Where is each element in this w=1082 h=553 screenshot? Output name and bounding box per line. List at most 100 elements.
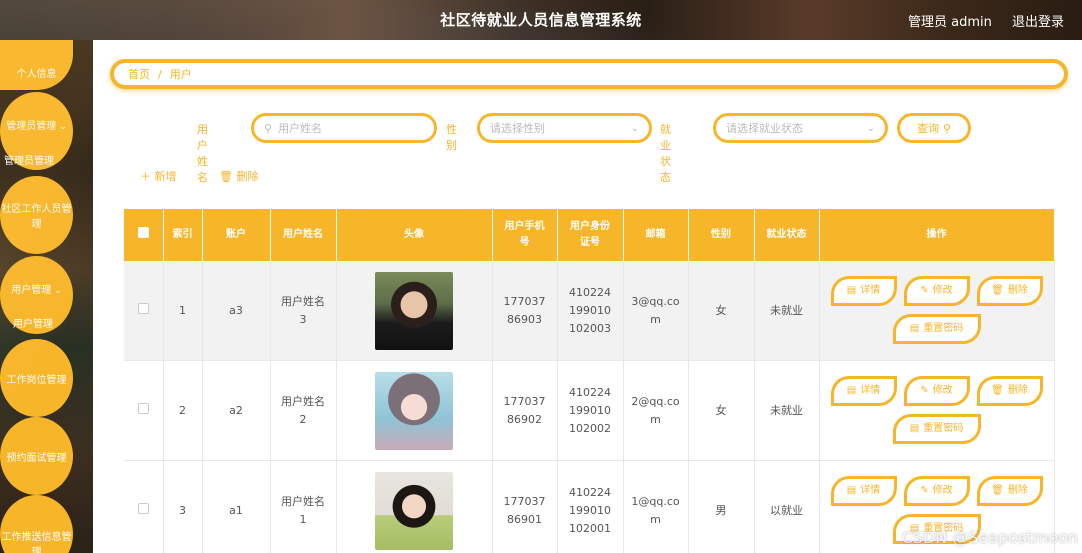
edit-icon: ✎ [920, 485, 929, 496]
reset-password-label: 重置密码 [923, 323, 964, 334]
column-header: 用户身份证号 [557, 209, 624, 261]
cell-phone-text: 17703786902 [503, 394, 546, 426]
sidebar-item-label: 社区工作人员管理 [1, 204, 72, 230]
row-select-cell [124, 360, 164, 461]
gender-filter-label: 性别 [446, 123, 457, 152]
cell-email: 1@qq.com [623, 460, 689, 553]
status-select[interactable]: 请选择就业状态 ⌄ [713, 113, 888, 143]
document-icon: ▤ [846, 285, 857, 296]
sidebar-item-jobs[interactable]: 工作岗位管理 [0, 339, 73, 417]
chevron-down-icon: ⌄ [59, 121, 67, 132]
detail-button[interactable]: ▤ 详情 [830, 476, 897, 506]
detail-button[interactable]: ▤ 详情 [830, 276, 897, 306]
column-header: 操作 [819, 209, 1055, 261]
cell-status: 以就业 [754, 460, 820, 553]
plus-icon: ＋ [140, 170, 151, 183]
cell-idcard: 410224199010102002 [557, 360, 624, 461]
edit-button-label: 修改 [932, 385, 953, 396]
cell-account: a3 [202, 261, 271, 361]
edit-button-label: 修改 [932, 485, 953, 496]
cell-email: 2@qq.com [623, 360, 689, 461]
query-button[interactable]: 查询 ⚲ [897, 113, 971, 143]
cell-idcard-text: 410224199010102001 [569, 485, 611, 535]
column-header: 用户手机号 [492, 209, 558, 261]
row-checkbox[interactable] [137, 402, 149, 414]
cell-index: 2 [163, 360, 203, 461]
cell-name-text: 用户姓名1 [281, 494, 325, 526]
row-select-cell [124, 460, 164, 553]
cell-gender: 女 [688, 261, 755, 361]
add-button[interactable]: ＋ 新增 [140, 168, 177, 184]
row-delete-button-label: 删除 [1007, 285, 1028, 296]
cell-idcard-text: 410224199010102002 [569, 385, 611, 435]
row-checkbox[interactable] [137, 302, 149, 314]
edit-button[interactable]: ✎ 修改 [903, 476, 970, 506]
name-filter-input[interactable]: ⚲ 用户姓名 [251, 113, 437, 143]
column-header: 账户 [202, 209, 271, 261]
logout-link[interactable]: 退出登录 [1012, 15, 1064, 30]
user-box: 管理员 admin 退出登录 [908, 11, 1064, 30]
sidebar-item-interviews[interactable]: 预约面试管理 [0, 417, 73, 495]
avatar [375, 471, 453, 550]
edit-button[interactable]: ✎ 修改 [903, 276, 970, 306]
detail-button-label: 详情 [860, 285, 881, 296]
sidebar-item-push[interactable]: 工作推送信息管理 [0, 495, 73, 553]
detail-button[interactable]: ▤ 详情 [830, 376, 897, 406]
sidebar-item-profile[interactable]: 个人信息 [0, 40, 73, 90]
column-header: 就业状态 [754, 209, 820, 261]
search-icon: ⚲ [264, 121, 273, 135]
table-row: 1 a3 用户姓名3 17703786903 410224199010102003 3@q… [124, 261, 1055, 361]
reset-password-button[interactable]: ▤ 重置密码 [892, 414, 981, 444]
current-user: 管理员 admin [907, 15, 992, 30]
cell-idcard: 410224199010102001 [557, 460, 624, 553]
cell-index: 3 [163, 460, 203, 553]
column-header: 索引 [163, 209, 203, 261]
cell-email: 3@qq.com [623, 261, 689, 361]
row-delete-button[interactable]: 🗑 删除 [976, 276, 1043, 306]
batch-delete-button[interactable]: 🗑 删除 [219, 168, 258, 184]
cell-name-text: 用户姓名3 [281, 294, 325, 326]
cell-gender: 男 [688, 460, 755, 553]
gender-select[interactable]: 请选择性别 ⌄ [477, 113, 652, 143]
sidebar-item-label: 用户管理 [11, 284, 52, 296]
select-all-cell [124, 209, 164, 261]
sidebar-subitem-admin[interactable]: 管理员管理 [4, 152, 54, 167]
cell-avatar [336, 360, 493, 461]
sidebar-item-staff[interactable]: 社区工作人员管理 [0, 176, 73, 254]
row-checkbox[interactable] [137, 502, 149, 514]
document-icon: ▤ [909, 323, 920, 334]
ops-group: ▤ 详情 ✎ 修改 🗑 删除 ▤ 重置密码 [820, 361, 1054, 460]
sidebar-subitem-users[interactable]: 用户管理 [13, 315, 53, 330]
row-delete-button[interactable]: 🗑 删除 [976, 376, 1043, 406]
breadcrumb-current: 用户 [169, 68, 192, 81]
cell-idcard: 410224199010102003 [557, 261, 624, 361]
row-select-cell [124, 261, 164, 361]
breadcrumb: 首页 / 用户 [110, 59, 1068, 89]
cell-email-text: 1@qq.com [631, 494, 680, 526]
detail-button-label: 详情 [860, 485, 881, 496]
cell-idcard-text: 410224199010102003 [569, 285, 611, 335]
select-all-checkbox[interactable] [137, 226, 149, 238]
reset-password-label: 重置密码 [923, 423, 964, 434]
avatar [375, 271, 453, 350]
chevron-down-icon: ⌄ [54, 285, 62, 296]
breadcrumb-home[interactable]: 首页 [128, 66, 150, 82]
cell-phone: 17703786901 [492, 460, 558, 553]
top-header: 社区待就业人员信息管理系统 管理员 admin 退出登录 [0, 0, 1082, 40]
avatar [375, 371, 453, 450]
cell-name: 用户姓名2 [270, 360, 337, 461]
cell-phone: 17703786903 [492, 261, 558, 361]
sidebar: 个人信息 管理员管理 ⌄ 管理员管理 社区工作人员管理 用户管理 ⌄ 用户管理 工作… [0, 40, 93, 553]
edit-button[interactable]: ✎ 修改 [903, 376, 970, 406]
row-delete-button[interactable]: 🗑 删除 [976, 476, 1043, 506]
breadcrumb-separator: / [158, 67, 162, 81]
sidebar-item-label: 工作推送信息管理 [1, 532, 72, 553]
column-header: 邮箱 [623, 209, 689, 261]
cell-gender: 女 [688, 360, 755, 461]
reset-password-button[interactable]: ▤ 重置密码 [892, 314, 981, 344]
ops-group: ▤ 详情 ✎ 修改 🗑 删除 ▤ 重置密码 [820, 261, 1054, 360]
cell-avatar [336, 261, 493, 361]
cell-account: a2 [202, 360, 271, 461]
column-header: 性别 [688, 209, 755, 261]
cell-phone-text: 17703786903 [503, 294, 546, 326]
